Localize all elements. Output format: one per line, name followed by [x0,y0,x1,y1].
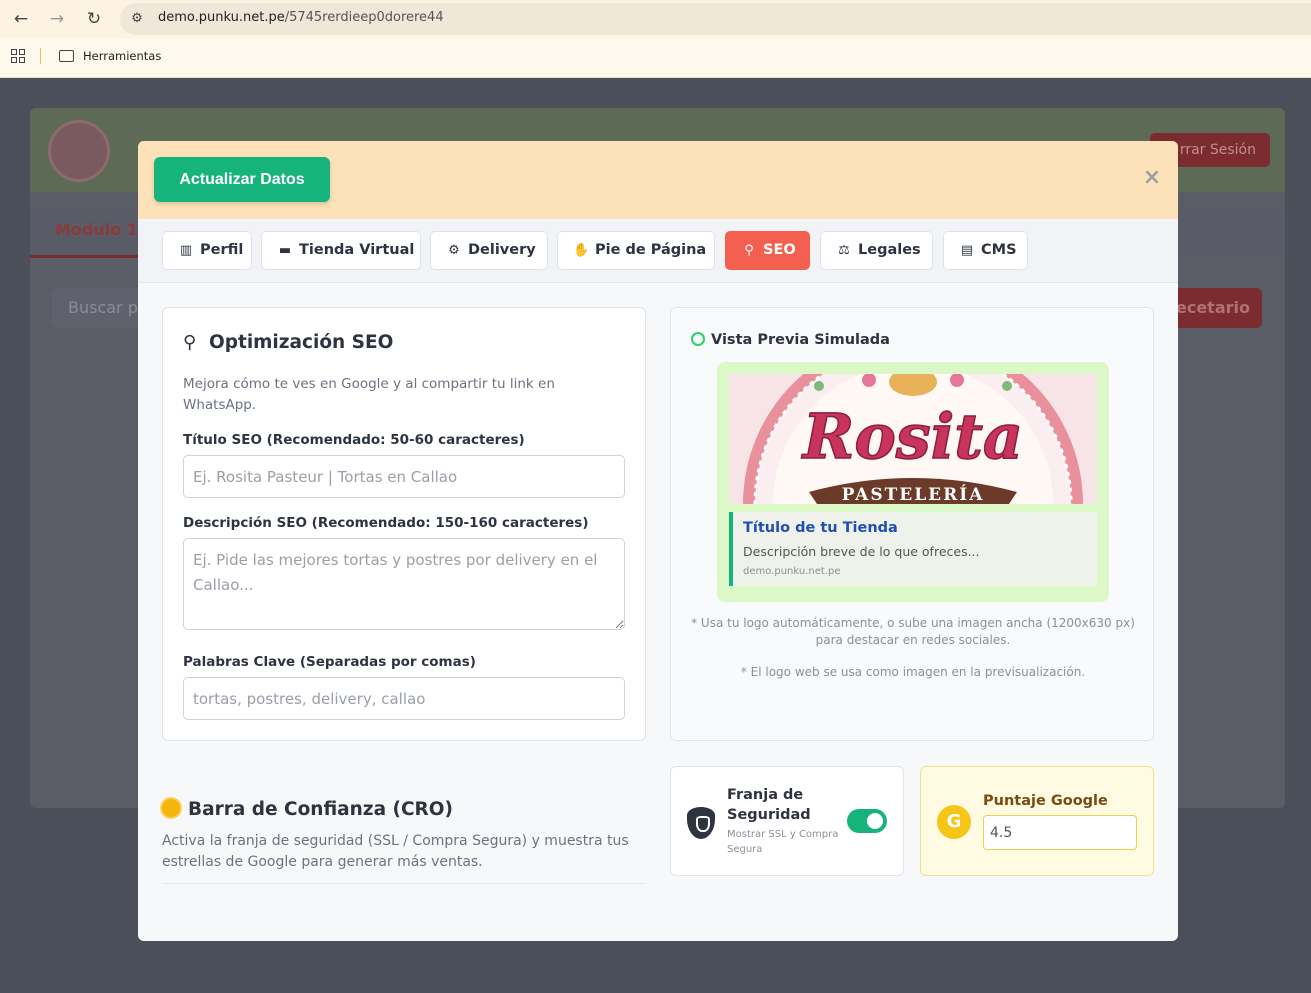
link-title: Título de tu Tienda [743,520,898,536]
seo-keywords-input[interactable] [183,677,625,720]
link-url: demo.punku.net.pe [743,566,841,577]
trust-title: Barra de Confianza (CRO) [162,799,453,820]
google-icon: G [937,805,971,839]
divider [162,883,646,884]
ssl-toggle[interactable] [847,809,887,833]
bookmark-separator [40,48,41,64]
background-tab-modulo: Modulo 1 [55,220,138,239]
google-rating-input[interactable] [983,815,1137,850]
logo-text: Rosita [801,400,1023,473]
tab-perfil[interactable]: ▥ Perfil [162,231,252,270]
ssl-subtitle: Mostrar SSL y Compra Segura [727,829,839,855]
motorcycle-icon: ⚙ [448,243,460,258]
tab-cms[interactable]: ▤ CMS [943,231,1028,270]
link-description: Descripción breve de lo que ofreces... [743,544,980,559]
handshake-icon: ✋ [573,243,590,258]
back-icon[interactable]: ← [10,9,32,29]
update-data-button[interactable]: Actualizar Datos [154,157,330,202]
rosita-logo: Rosita PASTELERÍA [729,374,1097,504]
seo-desc-textarea[interactable] [183,538,625,630]
logo-subtext: PASTELERÍA [842,484,985,504]
background-logo [48,120,110,182]
seo-title-input[interactable] [183,455,625,498]
link-preview: Título de tu Tienda Descripción breve de… [729,512,1097,586]
seo-title-label: Título SEO (Recomendado: 50-60 caractere… [183,432,525,448]
ssl-title: Franja de Seguridad [727,787,811,823]
file-code-icon: ▤ [960,243,974,258]
reload-icon[interactable]: ↻ [83,9,105,29]
seo-keywords-label: Palabras Clave (Separadas por comas) [183,654,476,670]
browser-toolbar: ← → ↻ ⚙ demo.punku.net.pe/5745rerdieep0d… [0,0,1311,38]
close-icon[interactable]: × [1142,166,1162,190]
trust-description: Activa la franja de seguridad (SSL / Com… [162,833,629,870]
preview-note-2: * El logo web se usa como imagen en la p… [740,665,1086,679]
modal-header: Actualizar Datos × [138,141,1178,219]
seo-card: ⚲ Optimización SEO Mejora cómo te ves en … [162,307,646,741]
google-rating-card: G Puntaje Google [920,766,1154,876]
google-rating-label: Puntaje Google [983,793,1108,809]
search-icon: ⚲ [183,332,197,353]
tab-tienda-virtual[interactable]: ▬ Tienda Virtual [261,231,421,270]
modal-tabs: ▥ Perfil ▬ Tienda Virtual ⚙ Delivery ✋ Pie d… [138,219,1178,283]
sun-icon [162,799,180,817]
store-icon: ▬ [278,243,292,258]
ssl-card: Franja de Seguridad Mostrar SSL y Compra… [670,766,904,876]
tab-pie-de-pagina[interactable]: ✋ Pie de Página [557,231,715,270]
whatsapp-icon [691,332,705,346]
bookmarks-bar: Herramientas [0,38,1311,78]
tab-legales[interactable]: ⚖ Legales [820,231,933,270]
url-text[interactable]: demo.punku.net.pe/5745rerdieep0dorere44 [158,10,444,25]
bookmark-herramientas[interactable]: Herramientas [83,49,161,63]
building-icon: ▥ [179,243,193,258]
preview-title: Vista Previa Simulada [691,332,890,348]
shield-icon [687,807,715,839]
seo-desc-label: Descripción SEO (Recomendado: 150-160 ca… [183,515,589,531]
site-settings-icon[interactable]: ⚙ [128,10,146,28]
tab-delivery[interactable]: ⚙ Delivery [430,231,548,270]
background-search: Buscar p [52,288,142,328]
search-icon: ⚲ [744,243,754,258]
background-tab-underline [30,255,138,258]
forward-icon[interactable]: → [46,9,68,29]
whatsapp-preview-bubble: Rosita PASTELERÍA Título de tu Tienda De… [717,362,1109,602]
store-logo-image: Rosita PASTELERÍA [729,374,1097,504]
seo-title: ⚲ Optimización SEO [183,332,394,353]
preview-note-1: * Usa tu logo automáticamente, o sube un… [691,616,1135,647]
tab-seo[interactable]: ⚲ SEO [725,231,810,270]
scale-icon: ⚖ [838,243,850,258]
preview-card: Vista Previa Simulada Rosita PASTELERÍA [670,307,1154,741]
settings-modal: Actualizar Datos × ▥ Perfil ▬ Tienda Virtu… [138,141,1178,941]
apps-grid-icon[interactable] [11,49,25,63]
folder-icon[interactable] [59,50,74,62]
seo-description: Mejora cómo te ves en Google y al compar… [183,376,555,413]
